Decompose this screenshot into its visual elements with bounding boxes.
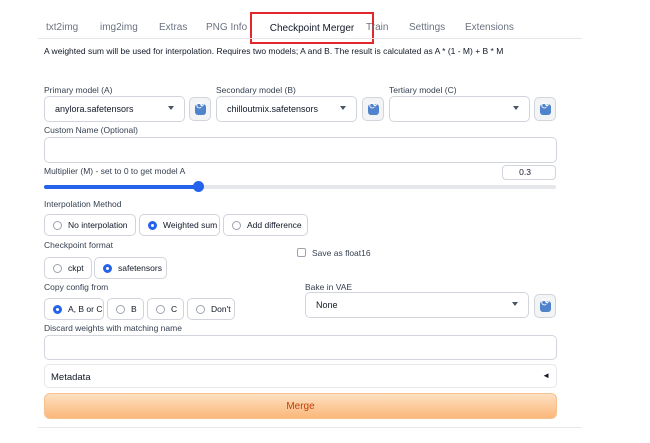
merge-button-label: Merge	[286, 401, 315, 412]
radio-no-interpolation[interactable]: No interpolation	[44, 214, 136, 236]
discard-weights-label: Discard weights with matching name	[44, 323, 182, 333]
secondary-model-dropdown[interactable]: chilloutmix.safetensors	[216, 96, 357, 122]
radio-label: Don't	[211, 304, 231, 314]
primary-model-dropdown[interactable]: anylora.safetensors	[44, 96, 185, 122]
tertiary-model-label: Tertiary model (C)	[389, 85, 457, 95]
primary-model-value: anylora.safetensors	[55, 104, 134, 114]
radio-label: Weighted sum	[163, 220, 218, 230]
float16-checkbox[interactable]	[297, 248, 306, 257]
radio-label: B	[131, 304, 137, 314]
tab-extensions[interactable]: Extensions	[465, 22, 514, 33]
merge-button[interactable]: Merge	[44, 393, 557, 419]
metadata-label: Metadata	[51, 372, 91, 383]
radio-icon	[196, 305, 205, 314]
caret-left-icon: ◄	[542, 371, 550, 380]
radio-label: C	[171, 304, 178, 314]
multiplier-number-input[interactable]: 0.3	[502, 165, 556, 180]
metadata-accordion[interactable]: Metadata ◄	[44, 364, 557, 388]
chevron-down-icon	[512, 302, 518, 306]
copy-config-label: Copy config from	[44, 282, 109, 292]
radio-label: Add difference	[247, 220, 302, 230]
tab-img2img[interactable]: img2img	[100, 22, 138, 33]
radio-c[interactable]: C	[147, 298, 184, 320]
radio-label: A, B or C	[68, 304, 103, 314]
radio-icon	[53, 264, 62, 273]
refresh-icon	[195, 101, 206, 115]
vae-refresh-button[interactable]	[534, 294, 556, 318]
tertiary-refresh-button[interactable]	[534, 97, 556, 121]
secondary-refresh-button[interactable]	[362, 97, 384, 121]
radio-icon	[116, 305, 125, 314]
radio-add-difference[interactable]: Add difference	[223, 214, 308, 236]
chevron-down-icon	[513, 106, 519, 110]
radio-icon	[148, 221, 157, 230]
radio-a-b-or-c[interactable]: A, B or C	[44, 298, 104, 320]
chevron-down-icon	[168, 106, 174, 110]
interpolation-label: Interpolation Method	[44, 199, 122, 209]
custom-name-input[interactable]	[44, 137, 557, 163]
secondary-model-value: chilloutmix.safetensors	[227, 104, 319, 114]
bottom-divider	[38, 427, 582, 428]
checkpoint-format-label: Checkpoint format	[44, 240, 113, 250]
primary-refresh-button[interactable]	[189, 97, 211, 121]
tab-train[interactable]: Train	[366, 22, 388, 33]
tab-txt2img[interactable]: txt2img	[46, 22, 78, 33]
tab-extras[interactable]: Extras	[159, 22, 187, 33]
tab-png-info[interactable]: PNG Info	[206, 22, 247, 33]
radio-ckpt[interactable]: ckpt	[44, 257, 92, 279]
bake-vae-label: Bake in VAE	[305, 282, 353, 292]
radio-icon	[156, 305, 165, 314]
tab-checkpoint-merger[interactable]: Checkpoint Merger	[250, 12, 374, 44]
chevron-down-icon	[340, 106, 346, 110]
bake-vae-dropdown[interactable]: None	[305, 292, 529, 318]
refresh-icon	[540, 298, 551, 312]
radio-icon	[53, 221, 62, 230]
radio-dont[interactable]: Don't	[187, 298, 235, 320]
secondary-model-label: Secondary model (B)	[216, 85, 296, 95]
radio-label: ckpt	[68, 263, 84, 273]
radio-weighted-sum[interactable]: Weighted sum	[139, 214, 220, 236]
primary-model-label: Primary model (A)	[44, 85, 113, 95]
multiplier-label: Multiplier (M) - set to 0 to get model A	[44, 166, 186, 176]
radio-icon	[103, 264, 112, 273]
refresh-icon	[368, 101, 379, 115]
radio-label: No interpolation	[68, 220, 128, 230]
tab-settings[interactable]: Settings	[409, 22, 445, 33]
bake-vae-value: None	[316, 300, 338, 310]
description-text: A weighted sum will be used for interpol…	[44, 46, 504, 56]
multiplier-slider-fill	[44, 185, 198, 189]
radio-b[interactable]: B	[107, 298, 144, 320]
refresh-icon	[540, 101, 551, 115]
multiplier-slider-handle[interactable]	[192, 181, 204, 192]
tab-divider	[38, 38, 582, 39]
tab-checkpoint-merger-label: Checkpoint Merger	[269, 23, 355, 34]
discard-weights-input[interactable]	[44, 335, 557, 360]
float16-label: Save as float16	[312, 248, 371, 258]
radio-label: safetensors	[118, 263, 162, 273]
radio-icon	[232, 221, 241, 230]
custom-name-label: Custom Name (Optional)	[44, 125, 139, 135]
radio-safetensors[interactable]: safetensors	[94, 257, 167, 279]
tertiary-model-dropdown[interactable]	[389, 96, 530, 122]
radio-icon	[53, 305, 62, 314]
